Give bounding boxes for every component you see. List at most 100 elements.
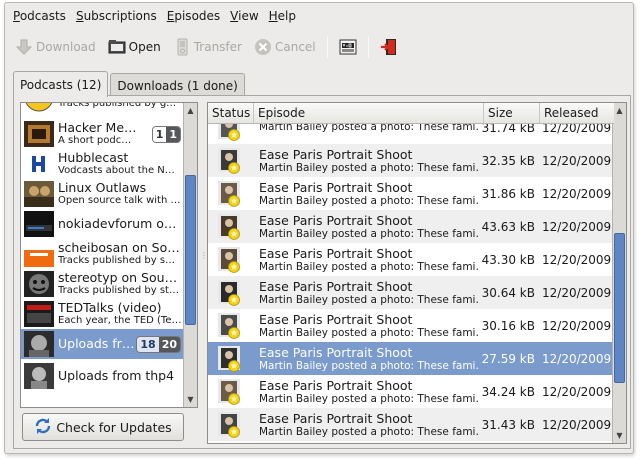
episode-size: 43.30 kB (481, 252, 535, 267)
podcast-item[interactable]: Tracks published by g… (21, 103, 185, 119)
episode-description: Martin Bailey posted a photo: These fami… (259, 227, 479, 240)
scroll-up-arrow-icon[interactable]: ▲ (184, 104, 197, 117)
podcast-item[interactable]: stereotyp on Soun… Tracks published by st… (21, 269, 185, 299)
episode-released: 12/20/2009 (542, 384, 612, 399)
scroll-up-arrow-icon[interactable]: ▲ (613, 104, 626, 117)
podcast-item-selected[interactable]: Uploads fr… 18 20 (21, 329, 185, 359)
podcast-item[interactable]: Hacker Me… A short podc… 11 (21, 119, 185, 149)
podcast-item[interactable]: Hubblecast Vodcasts about the N… (21, 149, 185, 179)
episode-title: Ease Paris Portrait Shoot (259, 278, 413, 294)
download-label: Download (36, 40, 96, 54)
episode-row[interactable]: Ease Paris Portrait Shoot Martin Bailey p… (208, 375, 614, 408)
quit-button[interactable] (375, 33, 403, 61)
episode-cell: Ease Paris Portrait Shoot Martin Bailey p… (254, 147, 479, 175)
episode-row[interactable]: Ease Paris Portrait Shoot Martin Bailey p… (208, 408, 614, 441)
episode-description: Martin Bailey posted a photo: These fami… (259, 425, 479, 438)
menu-mnemonic: V (230, 9, 239, 23)
check-for-updates-button[interactable]: Check for Updates (22, 413, 184, 441)
episode-released: 12/20/2009 (542, 124, 612, 135)
preferences-button[interactable] (334, 33, 362, 61)
episode-cell: Ease Paris Portrait Shoot Martin Bailey p… (254, 213, 479, 241)
podcast-item[interactable]: scheibosan on Sou… Tracks published by s… (21, 239, 185, 269)
podcast-item[interactable]: Linux Outlaws Open source talk with … (21, 179, 185, 209)
episode-description: Martin Bailey posted a photo: These fami… (259, 293, 479, 306)
star-new-icon (228, 360, 240, 372)
episode-size: 31.43 kB (481, 417, 535, 432)
episode-description: Martin Bailey posted a photo: These fami… (259, 260, 479, 273)
episode-row[interactable]: Ease Paris Portrait Shoot Martin Bailey p… (208, 276, 614, 309)
podcast-thumbnail (24, 331, 54, 357)
yao-preferences-icon (339, 38, 357, 56)
menu-podcasts[interactable]: Podcasts (8, 3, 71, 29)
menu-subscriptions[interactable]: Subscriptions (71, 3, 162, 29)
episode-row[interactable]: Ease Paris Portrait Shoot Martin Bailey p… (208, 144, 614, 177)
podcast-item[interactable]: TEDTalks (video) Each year, the TED (Te… (21, 299, 185, 329)
episode-released: 12/20/2009 (542, 417, 612, 432)
check-for-updates-label: Check for Updates (56, 419, 172, 435)
new-count: 1 (152, 127, 167, 142)
episode-row[interactable]: Ease Paris Portrait Shoot Martin Bailey p… (208, 243, 614, 276)
episode-cell: Ease Paris Portrait Shoot Martin Bailey p… (254, 279, 479, 307)
new-count: 18 (137, 337, 159, 352)
menu-view[interactable]: View (225, 3, 263, 29)
scrollbar-thumb[interactable] (614, 233, 625, 383)
podcast-title: Hubblecast (58, 151, 129, 165)
menu-help[interactable]: Help (264, 3, 301, 29)
podcast-list[interactable]: Tracks published by g… Hacker Me… A short… (20, 102, 198, 408)
episode-status-cell (208, 342, 254, 375)
podcast-title: Uploads from thp4 (58, 368, 175, 383)
episode-row[interactable]: Ease Paris Portrait Shoot Martin Bailey p… (208, 309, 614, 342)
notebook-tabs: Podcasts (12) Downloads (1 done) (13, 71, 247, 97)
podcast-thumbnail (24, 103, 54, 117)
podcast-description: Tracks published by s… (58, 255, 176, 266)
podcast-thumbnail (24, 121, 54, 147)
podcast-list-scrollbar[interactable]: ▲ ▼ (183, 103, 197, 407)
star-new-icon (228, 426, 240, 438)
episode-size: 31.86 kB (481, 186, 535, 201)
podcast-item[interactable]: Uploads from thp4 (21, 359, 185, 393)
episode-count-badge: 18 20 (136, 336, 181, 353)
episode-row[interactable]: Ease Paris Portrait Shoot Martin Bailey p… (208, 210, 614, 243)
podcasts-page: Tracks published by g… Hacker Me… A short… (13, 95, 631, 449)
podcast-description: Tracks published by st… (58, 285, 179, 296)
column-header-status[interactable]: Status (208, 103, 254, 123)
column-header-size[interactable]: Size (484, 103, 540, 123)
column-header-released[interactable]: Released (540, 103, 614, 123)
pane-splitter-handle[interactable]: ⋮ (200, 251, 208, 271)
episode-title: Ease Paris Portrait Shoot (259, 311, 413, 327)
transfer-button[interactable]: Transfer (168, 33, 247, 61)
episode-list-scrollbar[interactable]: ▲ ▼ (612, 103, 626, 443)
podcast-description: Open source talk with … (58, 195, 181, 206)
menu-episodes[interactable]: Episodes (162, 3, 225, 29)
episode-row[interactable]: Ease Paris Portrait Shoot Martin Bailey p… (208, 177, 614, 210)
episode-size: 31.74 kB (481, 124, 535, 135)
episode-cell: Ease Paris Portrait Shoot Martin Bailey p… (254, 345, 479, 373)
tab-podcasts[interactable]: Podcasts (12) (13, 71, 109, 97)
podcast-title: TEDTalks (video) (58, 301, 162, 315)
column-header-episode[interactable]: Episode (254, 103, 484, 123)
star-new-icon (228, 393, 240, 405)
cancel-button[interactable]: Cancel (249, 33, 321, 61)
episode-description: Martin Bailey posted a photo: These fami… (259, 194, 479, 207)
episode-list[interactable]: Status Episode Size Released Martin Bail… (207, 102, 627, 444)
scroll-down-arrow-icon[interactable]: ▼ (613, 429, 626, 442)
menu-label: ubscriptions (83, 9, 157, 23)
episode-row-selected[interactable]: Ease Paris Portrait Shoot Martin Bailey p… (208, 342, 614, 375)
menu-label: iew (238, 9, 259, 23)
menubar: Podcasts Subscriptions Episodes View Hel… (5, 3, 633, 29)
tab-downloads[interactable]: Downloads (1 done) (110, 73, 245, 97)
episode-row[interactable]: Martin Bailey posted a photo: These fami… (208, 124, 614, 144)
refresh-arrows-icon (34, 417, 52, 438)
scrollbar-thumb[interactable] (185, 175, 196, 325)
episode-size: 34.24 kB (481, 384, 535, 399)
episode-status-cell (208, 177, 254, 210)
podcast-item[interactable]: nokiadevforum on … (21, 209, 185, 239)
download-button[interactable]: Download (10, 33, 101, 61)
scroll-down-arrow-icon[interactable]: ▼ (184, 393, 197, 406)
open-button[interactable]: Open (103, 33, 166, 61)
episode-size: 43.63 kB (481, 219, 535, 234)
episode-rows: Martin Bailey posted a photo: These fami… (208, 124, 614, 441)
podcast-thumbnail (24, 211, 54, 237)
gpodder-window: Podcasts Subscriptions Episodes View Hel… (4, 2, 634, 454)
episode-title: Ease Paris Portrait Shoot (259, 377, 413, 393)
